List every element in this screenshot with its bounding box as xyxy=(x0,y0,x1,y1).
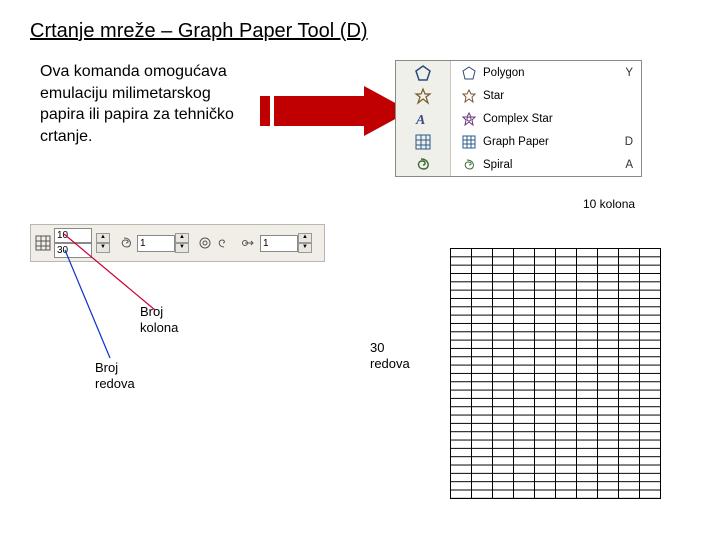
spinner-up-icon[interactable]: ▲ xyxy=(298,233,312,243)
page-title: Crtanje mreže – Graph Paper Tool (D) xyxy=(30,20,690,43)
red-arrow xyxy=(260,86,410,136)
description-paragraph: Ova komanda omogućava emulaciju milimeta… xyxy=(40,61,250,147)
graph-paper-grid-demo xyxy=(450,248,661,499)
grid-icon xyxy=(35,235,51,251)
star-tool-button[interactable] xyxy=(396,84,450,107)
flyout-item-label: Polygon xyxy=(483,67,617,79)
spinner-down-icon[interactable]: ▼ xyxy=(298,243,312,253)
spiral-mode-segment xyxy=(197,235,235,251)
flyout-item-list: Polygon Y Star Complex Star xyxy=(451,61,641,176)
columns-caption: 10 kolona xyxy=(583,197,635,211)
spinner-up-icon[interactable]: ▲ xyxy=(175,233,189,243)
spiral-expand-input[interactable] xyxy=(260,235,298,252)
flyout-item-label: Graph Paper xyxy=(483,136,617,148)
annotation-30-redova: 30 redova xyxy=(370,340,410,371)
spiral-expand-icon xyxy=(241,235,257,251)
tool-flyout: A Polygon Y Star xyxy=(395,60,642,177)
text-tool-button[interactable]: A xyxy=(396,107,450,130)
flyout-item-shortcut: D xyxy=(625,136,633,148)
flyout-item-shortcut: Y xyxy=(625,67,633,79)
flyout-item-complex-star[interactable]: Complex Star xyxy=(451,107,641,130)
flyout-item-polygon[interactable]: Polygon Y xyxy=(451,61,641,84)
spiral-tool-button[interactable] xyxy=(396,153,450,176)
flyout-item-label: Spiral xyxy=(483,159,617,171)
polygon-tool-button[interactable] xyxy=(396,61,450,84)
spiral-expand-segment: ▲ ▼ xyxy=(241,233,314,253)
star-icon xyxy=(459,89,479,103)
spiral-icon xyxy=(459,158,479,172)
spiral-symmetric-icon[interactable] xyxy=(197,235,213,251)
polygon-icon xyxy=(459,66,479,80)
spiral-turns-spinner[interactable]: ▲ ▼ xyxy=(175,233,189,253)
graph-paper-tool-button[interactable] xyxy=(396,130,450,153)
spinner-down-icon[interactable]: ▼ xyxy=(175,243,189,253)
svg-text:A: A xyxy=(415,113,425,128)
flyout-item-graph-paper[interactable]: Graph Paper D xyxy=(451,130,641,153)
flyout-item-shortcut: A xyxy=(625,159,633,171)
spiral-expand-spinner[interactable]: ▲ ▼ xyxy=(298,233,312,253)
annotation-broj-redova: Broj redova xyxy=(95,360,135,391)
flyout-item-label: Star xyxy=(483,90,625,102)
flyout-item-star[interactable]: Star xyxy=(451,84,641,107)
complex-star-icon xyxy=(459,112,479,126)
graph-paper-icon xyxy=(459,135,479,149)
annotation-line-redova xyxy=(55,248,135,368)
flyout-item-label: Complex Star xyxy=(483,113,625,125)
flyout-icon-column: A xyxy=(396,61,451,176)
spiral-logarithmic-icon[interactable] xyxy=(215,235,231,251)
flyout-item-spiral[interactable]: Spiral A xyxy=(451,153,641,176)
annotation-broj-kolona: Broj kolona xyxy=(140,304,178,335)
